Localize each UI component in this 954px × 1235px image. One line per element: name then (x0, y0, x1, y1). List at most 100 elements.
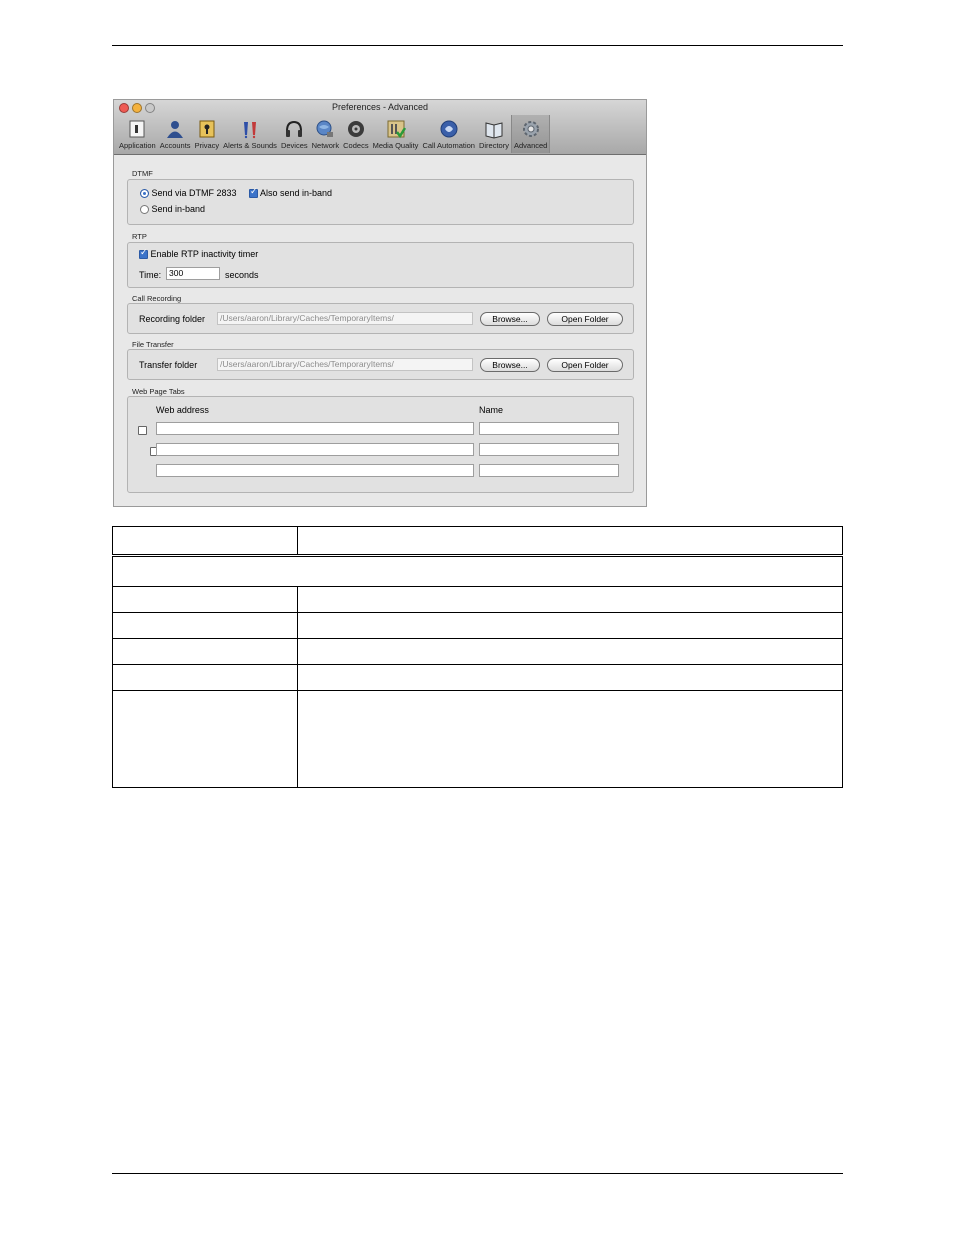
recording-folder-label: Recording folder (139, 314, 206, 324)
preferences-toolbar: Application Accounts Privacy Alerts & So… (117, 115, 551, 153)
table-section-cell (112, 555, 843, 587)
preferences-window: Preferences - Advanced Application Accou… (113, 99, 647, 507)
toolbar-label: Codecs (343, 141, 369, 150)
table-cell (112, 612, 298, 639)
table-row (112, 664, 843, 691)
toolbar-codecs[interactable]: Codecs (341, 115, 370, 153)
network-icon (316, 120, 334, 137)
toolbar-advanced[interactable]: Advanced (510, 115, 551, 153)
headset-icon (286, 120, 303, 137)
name-header: Name (479, 405, 504, 415)
footer-rule (112, 1173, 843, 1174)
file-transfer-label: File Transfer (132, 340, 174, 349)
toolbar-label: Media Quality (372, 141, 419, 150)
codecs-icon (347, 121, 364, 137)
web-name-input[interactable] (479, 464, 619, 477)
recording-browse-button[interactable]: Browse... (480, 312, 540, 326)
web-address-input[interactable] (156, 443, 474, 456)
settings-table (112, 526, 843, 788)
web-address-header: Web address (156, 405, 209, 415)
web-name-input[interactable] (479, 422, 619, 435)
title-bar: Preferences - Advanced Application Accou… (114, 100, 646, 155)
toolbar-alerts-sounds[interactable]: Alerts & Sounds (221, 115, 279, 153)
time-label: Time: (139, 270, 162, 280)
table-cell (112, 664, 298, 691)
dtmf-2833-radio[interactable] (140, 189, 149, 199)
toolbar-label: Accounts (159, 141, 191, 150)
dtmf-2833-label: Send via DTMF 2833 (151, 188, 237, 198)
file-transfer-group: Transfer folder /Users/aaron/Library/Cac… (127, 349, 634, 380)
toolbar-directory[interactable]: Directory (477, 115, 511, 153)
dtmf-2833-option[interactable]: Send via DTMF 2833 (140, 188, 237, 199)
web-address-input[interactable] (156, 464, 474, 477)
transfer-folder-field[interactable]: /Users/aaron/Library/Caches/TemporaryIte… (217, 358, 473, 371)
transfer-folder-label: Transfer folder (139, 360, 198, 370)
inband-label: Send in-band (151, 204, 206, 214)
toolbar-network[interactable]: Network (310, 115, 342, 153)
privacy-icon (199, 120, 215, 138)
toolbar-label: Privacy (194, 141, 220, 150)
table-row (112, 690, 843, 788)
rtp-timer-checkbox[interactable] (139, 248, 148, 260)
directory-icon (485, 122, 503, 139)
gear-icon (522, 121, 539, 137)
web-address-input[interactable] (156, 422, 474, 435)
table-row (112, 638, 843, 665)
seconds-label: seconds (225, 270, 259, 280)
transfer-browse-button[interactable]: Browse... (480, 358, 540, 372)
also-inband-checkbox[interactable] (249, 187, 258, 199)
table-header-cell (112, 526, 298, 557)
table-cell (297, 638, 843, 665)
table-section-row (112, 555, 843, 587)
toolbar-accounts[interactable]: Accounts (158, 115, 193, 153)
table-row (112, 586, 843, 613)
toolbar-label: Network (311, 141, 340, 150)
table-cell (112, 638, 298, 665)
toolbar-devices[interactable]: Devices (279, 115, 310, 153)
advanced-pane: DTMF Send via DTMF 2833 Also send in-ban… (114, 155, 646, 506)
table-header-row (112, 526, 843, 557)
toolbar-label: Alerts & Sounds (223, 141, 277, 150)
web-tab-checkbox[interactable] (138, 426, 147, 436)
web-tabs-label: Web Page Tabs (132, 387, 185, 396)
web-name-input[interactable] (479, 443, 619, 456)
table-cell (112, 586, 298, 613)
inband-option[interactable]: Send in-band (140, 204, 206, 215)
table-cell (297, 586, 843, 613)
call-recording-group: Recording folder /Users/aaron/Library/Ca… (127, 303, 634, 334)
recording-folder-field[interactable]: /Users/aaron/Library/Caches/TemporaryIte… (217, 312, 473, 325)
toolbar-media-quality[interactable]: Media Quality (371, 115, 421, 153)
rtp-timer-label: Enable RTP inactivity timer (150, 249, 259, 259)
toolbar-label: Advanced (513, 141, 548, 150)
toolbar-label: Directory (478, 141, 509, 150)
dtmf-group: Send via DTMF 2833 Also send in-band Sen… (127, 179, 634, 225)
rtp-group: Enable RTP inactivity timer Time: 300 se… (127, 242, 634, 288)
time-input[interactable]: 300 (166, 267, 220, 280)
transfer-open-folder-button[interactable]: Open Folder (547, 358, 623, 372)
toolbar-call-automation[interactable]: Call Automation (420, 115, 477, 153)
application-icon (129, 120, 145, 138)
rtp-label: RTP (132, 232, 147, 241)
dtmf-label: DTMF (132, 169, 153, 178)
alerts-sounds-icon (244, 122, 257, 139)
table-cell (297, 664, 843, 691)
also-inband-label: Also send in-band (260, 188, 333, 198)
also-inband-option[interactable]: Also send in-band (249, 187, 333, 199)
window-title: Preferences - Advanced (331, 102, 429, 112)
table-cell (297, 690, 843, 788)
inband-radio[interactable] (140, 205, 149, 215)
header-rule (112, 45, 843, 46)
call-recording-label: Call Recording (132, 294, 182, 303)
toolbar-application[interactable]: Application (117, 115, 158, 153)
table-cell (297, 612, 843, 639)
table-cell (112, 690, 298, 788)
toolbar-privacy[interactable]: Privacy (193, 115, 222, 153)
media-quality-icon (387, 120, 406, 139)
call-automation-icon (440, 120, 458, 138)
accounts-icon (167, 121, 184, 138)
table-row (112, 612, 843, 639)
rtp-timer-option[interactable]: Enable RTP inactivity timer (139, 248, 259, 260)
toolbar-label: Devices (280, 141, 308, 150)
recording-open-folder-button[interactable]: Open Folder (547, 312, 623, 326)
web-tabs-group: Web address Name (127, 396, 634, 493)
